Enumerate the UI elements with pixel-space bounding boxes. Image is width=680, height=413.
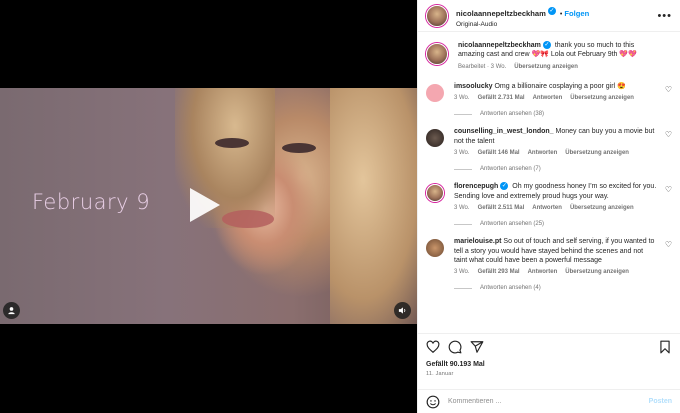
post-date: 11. Januar <box>426 371 454 377</box>
comment-item: counselling_in_west_london_ Money can bu… <box>426 127 672 172</box>
translate-link[interactable]: Übersetzung anzeigen <box>570 205 634 211</box>
author-info: nicolaannepeltzbeckham ✓ • Folgen Original-… <box>456 3 657 29</box>
video-frame-detail <box>222 210 274 228</box>
caption-text-block: nicolaannepeltzbeckham ✓ thank you so muc… <box>458 41 658 60</box>
comment-age: 3 Wo. <box>454 95 470 102</box>
comment-text-block: counselling_in_west_london_ Money can bu… <box>454 127 658 146</box>
video-frame-detail <box>330 88 417 324</box>
sound-toggle-icon[interactable] <box>394 302 411 319</box>
separator-dot: • <box>559 10 563 18</box>
commenter-username[interactable]: imsoolucky <box>454 83 493 90</box>
comment-text: Omg a billionaire cosplaying a poor girl… <box>494 82 626 90</box>
like-comment-icon[interactable]: ♡ <box>665 240 672 249</box>
author-avatar[interactable] <box>426 43 448 65</box>
translate-link[interactable]: Übersetzung anzeigen <box>565 269 629 275</box>
like-comment-icon[interactable]: ♡ <box>665 85 672 94</box>
share-icon[interactable] <box>470 340 484 354</box>
likes-count[interactable]: Gefällt 90.193 Mal <box>426 361 672 368</box>
comment-likes[interactable]: Gefällt 2.731 Mal <box>478 95 525 101</box>
media-panel: February 9 <box>0 0 417 413</box>
translate-link[interactable]: Übersetzung anzeigen <box>514 64 578 70</box>
comment-input[interactable] <box>448 398 649 405</box>
comment-icon[interactable] <box>448 340 462 354</box>
like-comment-icon[interactable]: ♡ <box>665 185 672 194</box>
video-player[interactable]: February 9 <box>0 88 417 324</box>
commenter-username[interactable]: marielouise.pt <box>454 238 501 245</box>
comment-body: imsoolucky Omg a billionaire cosplaying … <box>454 82 672 117</box>
comment-composer: Posten <box>418 389 680 413</box>
reply-button[interactable]: Antworten <box>528 269 558 275</box>
view-replies-button[interactable]: Antworten ansehen (25) <box>454 221 658 227</box>
play-icon[interactable] <box>190 188 220 222</box>
view-replies-button[interactable]: Antworten ansehen (4) <box>454 285 658 291</box>
comment-meta: 3 Wo. Gefällt 293 Mal Antworten Übersetzung… <box>454 269 658 275</box>
post-sidebar: nicolaannepeltzbeckham ✓ • Folgen Original-… <box>417 0 680 413</box>
comment-likes[interactable]: Gefällt 146 Mal <box>478 150 520 156</box>
comment-likes[interactable]: Gefällt 2.511 Mal <box>478 205 525 211</box>
comment-likes[interactable]: Gefällt 293 Mal <box>478 269 520 275</box>
comment-meta: 3 Wo. Gefällt 146 Mal Antworten Übersetzung… <box>454 150 658 156</box>
commenter-username[interactable]: counselling_in_west_london_ <box>454 128 554 135</box>
post-actions: Gefällt 90.193 Mal 11. Januar <box>418 333 680 381</box>
comment-body: counselling_in_west_london_ Money can bu… <box>454 127 672 172</box>
commenter-avatar[interactable] <box>426 129 444 148</box>
caption-username[interactable]: nicolaannepeltzbeckham <box>458 42 541 49</box>
author-avatar[interactable] <box>426 4 448 27</box>
comment-body: florencepugh ✓ Oh my goodness honey I’m s… <box>454 182 672 227</box>
comment-item: florencepugh ✓ Oh my goodness honey I’m s… <box>426 182 672 227</box>
comment-age: 3 Wo. <box>454 205 470 212</box>
post-modal: February 9 nicolaannepeltzbeckham ✓ • Folge… <box>0 0 680 413</box>
comment-meta: 3 Wo. Gefällt 2.511 Mal Antworten Übersetzu… <box>454 205 658 211</box>
caption-body: nicolaannepeltzbeckham ✓ thank you so muc… <box>458 41 672 70</box>
commenter-avatar[interactable] <box>426 184 444 203</box>
comment-item: imsoolucky Omg a billionaire cosplaying … <box>426 82 672 117</box>
verified-icon: ✓ <box>542 41 551 50</box>
comment-body: marielouise.pt So out of touch and self … <box>454 237 672 291</box>
video-frame-detail <box>282 143 316 153</box>
post-header: nicolaannepeltzbeckham ✓ • Folgen Original-… <box>418 0 680 32</box>
author-username[interactable]: nicolaannepeltzbeckham <box>456 9 546 18</box>
emoji-icon[interactable] <box>426 395 440 409</box>
verified-icon: ✓ <box>547 7 556 16</box>
commenter-avatar[interactable] <box>426 239 444 258</box>
caption-meta: Bearbeitet · 3 Wo. Übersetzung anzeigen <box>458 64 658 70</box>
post-comment-button[interactable]: Posten <box>649 398 672 405</box>
video-frame-detail <box>215 138 249 148</box>
comment-text-block: marielouise.pt So out of touch and self … <box>454 237 658 265</box>
like-comment-icon[interactable]: ♡ <box>665 130 672 139</box>
commenter-username[interactable]: florencepugh <box>454 183 498 190</box>
follow-button[interactable]: Folgen <box>564 9 589 18</box>
post-caption: nicolaannepeltzbeckham ✓ thank you so muc… <box>426 41 672 70</box>
comment-item: marielouise.pt So out of touch and self … <box>426 237 672 291</box>
reply-button[interactable]: Antworten <box>528 150 558 156</box>
video-overlay-text: February 9 <box>32 190 151 214</box>
comment-age: 3 Wo. <box>454 269 470 276</box>
translate-link[interactable]: Übersetzung anzeigen <box>565 150 629 156</box>
view-replies-button[interactable]: Antworten ansehen (7) <box>454 166 658 172</box>
action-icons <box>426 340 672 354</box>
tagged-user-icon[interactable] <box>3 302 20 319</box>
view-replies-button[interactable]: Antworten ansehen (38) <box>454 111 658 117</box>
like-icon[interactable] <box>426 340 440 354</box>
more-options-icon[interactable]: ••• <box>657 10 672 22</box>
caption-edited-age: Bearbeitet · 3 Wo. <box>458 63 507 70</box>
commenter-avatar[interactable] <box>426 83 444 102</box>
translate-link[interactable]: Übersetzung anzeigen <box>570 95 634 101</box>
bookmark-icon[interactable] <box>658 340 672 354</box>
verified-icon: ✓ <box>500 182 509 191</box>
audio-link[interactable]: Original-Audio <box>456 21 657 28</box>
comment-text-block: imsoolucky Omg a billionaire cosplaying … <box>454 82 658 91</box>
reply-button[interactable]: Antworten <box>532 205 562 211</box>
reply-button[interactable]: Antworten <box>533 95 563 101</box>
comment-meta: 3 Wo. Gefällt 2.731 Mal Antworten Übersetzu… <box>454 95 658 101</box>
comments-list[interactable]: nicolaannepeltzbeckham ✓ thank you so muc… <box>418 33 680 333</box>
comment-text-block: florencepugh ✓ Oh my goodness honey I’m s… <box>454 182 658 201</box>
comment-age: 3 Wo. <box>454 150 470 157</box>
